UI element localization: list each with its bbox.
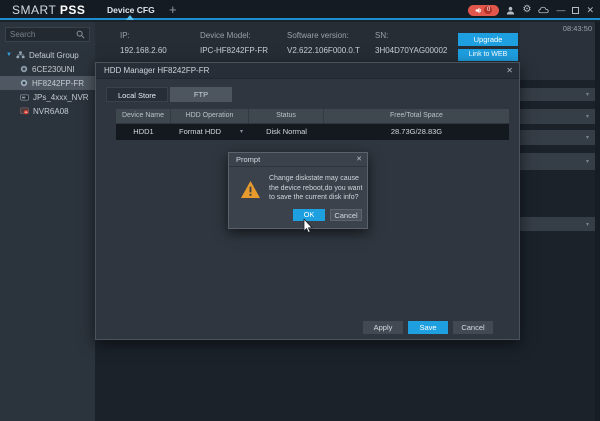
cell-free-total: 28.73G/28.83G [390,127,443,136]
warning-icon [240,180,261,204]
ip-value: 192.168.2.60 [120,46,167,55]
collapsed-section[interactable]: ▾ [520,109,595,124]
prompt-dialog: Prompt ✕ Change diskstate may cause the … [228,152,368,229]
title-bar: SMART PSS Device CFG + 0 ⚙ — ✕ [0,0,600,20]
chevron-down-icon: ▾ [585,114,589,120]
save-button[interactable]: Save [408,321,448,334]
device-item-nvr6a08[interactable]: NVR6A08 [0,104,95,118]
device-info-bar: IP: 192.168.2.60 Device Model: IPC-HF824… [95,22,520,64]
prompt-title: Prompt [236,155,261,164]
network-icon[interactable] [538,6,550,14]
prompt-cancel-button[interactable]: Cancel [330,209,362,221]
model-value: IPC-HF8242FP-FR [200,46,269,55]
maximize-button[interactable] [572,6,580,14]
close-window-button[interactable]: ✕ [586,5,594,16]
collapsed-section[interactable]: ▾ [520,153,595,170]
link-to-web-button[interactable]: Link to WEB [458,49,518,61]
tree-expand-icon[interactable]: ▼ [6,52,12,58]
cell-device-name: HDD1 [133,127,154,136]
app-logo: SMART PSS [12,3,86,17]
col-free-total: Free/Total Space [390,112,443,119]
add-tab-button[interactable]: + [166,0,180,20]
apply-button[interactable]: Apply [363,321,403,334]
col-hdd-operation: HDD Operation [171,109,249,123]
smart-pss-window: SMART PSS Device CFG + 0 ⚙ — ✕ 08:43:50 [0,0,600,421]
device-item-6ce230uni[interactable]: 6CE230UNI [0,62,95,76]
search-input[interactable] [10,30,76,39]
close-icon[interactable]: ✕ [356,153,362,167]
camera-icon [20,79,28,87]
search-box[interactable] [5,27,90,42]
cell-status: Disk Normal [266,127,307,136]
speaker-icon [475,7,482,14]
ip-label: IP: [120,31,130,40]
clock: 08:43:50 [562,24,592,33]
prompt-message: Change diskstate may cause the device re… [269,175,363,201]
close-icon[interactable]: ✕ [506,63,513,79]
alarm-badge[interactable]: 0 [468,4,500,16]
gear-icon[interactable]: ⚙ [522,0,531,20]
chevron-down-icon: ▾ [585,221,589,228]
hdd-table-header: Device Name HDD Operation Status Free/To… [116,109,509,123]
sn-label: SN: [375,31,389,40]
tab-ftp[interactable]: FTP [170,87,232,102]
nvr-icon [20,94,29,101]
active-tab-indicator [126,15,134,20]
col-device-name: Device Name [116,109,171,123]
group-icon [16,51,25,59]
search-icon [76,30,85,39]
device-tree: ▼ Default Group 6CE230UNI HF8242FP-FR JP… [0,48,95,118]
hdd-dialog-title: HDD Manager HF8242FP-FR [104,66,210,75]
device-item-hf8242fp-fr[interactable]: HF8242FP-FR [0,76,95,90]
tree-group-default[interactable]: ▼ Default Group [0,48,95,62]
window-right-edge [595,22,600,421]
collapsed-section[interactable]: ▾ [520,217,595,231]
group-label: Default Group [28,50,79,60]
minimize-button[interactable]: — [556,5,565,15]
nvr-offline-icon [20,107,29,115]
mouse-cursor [303,217,314,239]
hdd-dialog-titlebar: HDD Manager HF8242FP-FR ✕ [96,63,519,79]
device-sidebar: ▼ Default Group 6CE230UNI HF8242FP-FR [0,22,95,421]
cancel-button[interactable]: Cancel [453,321,493,334]
upgrade-button[interactable]: Upgrade [458,33,518,46]
alarm-count: 0 [484,6,493,14]
user-icon[interactable] [506,6,515,15]
camera-icon [20,65,28,73]
sn-value: 3H04D70YAG00002 [375,46,448,55]
collapsed-section[interactable]: ▾ [520,88,595,101]
software-label: Software version: [287,31,349,40]
prompt-titlebar: Prompt ✕ [229,153,367,167]
software-value: V2.622.106F000.0.T [287,46,360,55]
model-label: Device Model: [200,31,251,40]
tab-local-store[interactable]: Local Store [106,87,168,102]
dropdown-arrow-icon: ▾ [239,129,243,135]
device-item-jps-4xxx-nvr[interactable]: JPs_4xxx_NVR [0,90,95,104]
collapsed-section[interactable]: ▾ [520,130,595,145]
hdd-operation-select[interactable]: Format HDD ▾ [171,124,249,140]
hdd-dialog-footer: Apply Save Cancel [96,321,507,335]
chevron-down-icon: ▾ [585,135,589,141]
hdd-table-row[interactable]: HDD1 Format HDD ▾ Disk Normal 28.73G/28.… [116,124,509,140]
col-status: Status [249,109,324,123]
chevron-down-icon: ▾ [585,92,589,98]
chevron-down-icon: ▾ [585,159,589,165]
